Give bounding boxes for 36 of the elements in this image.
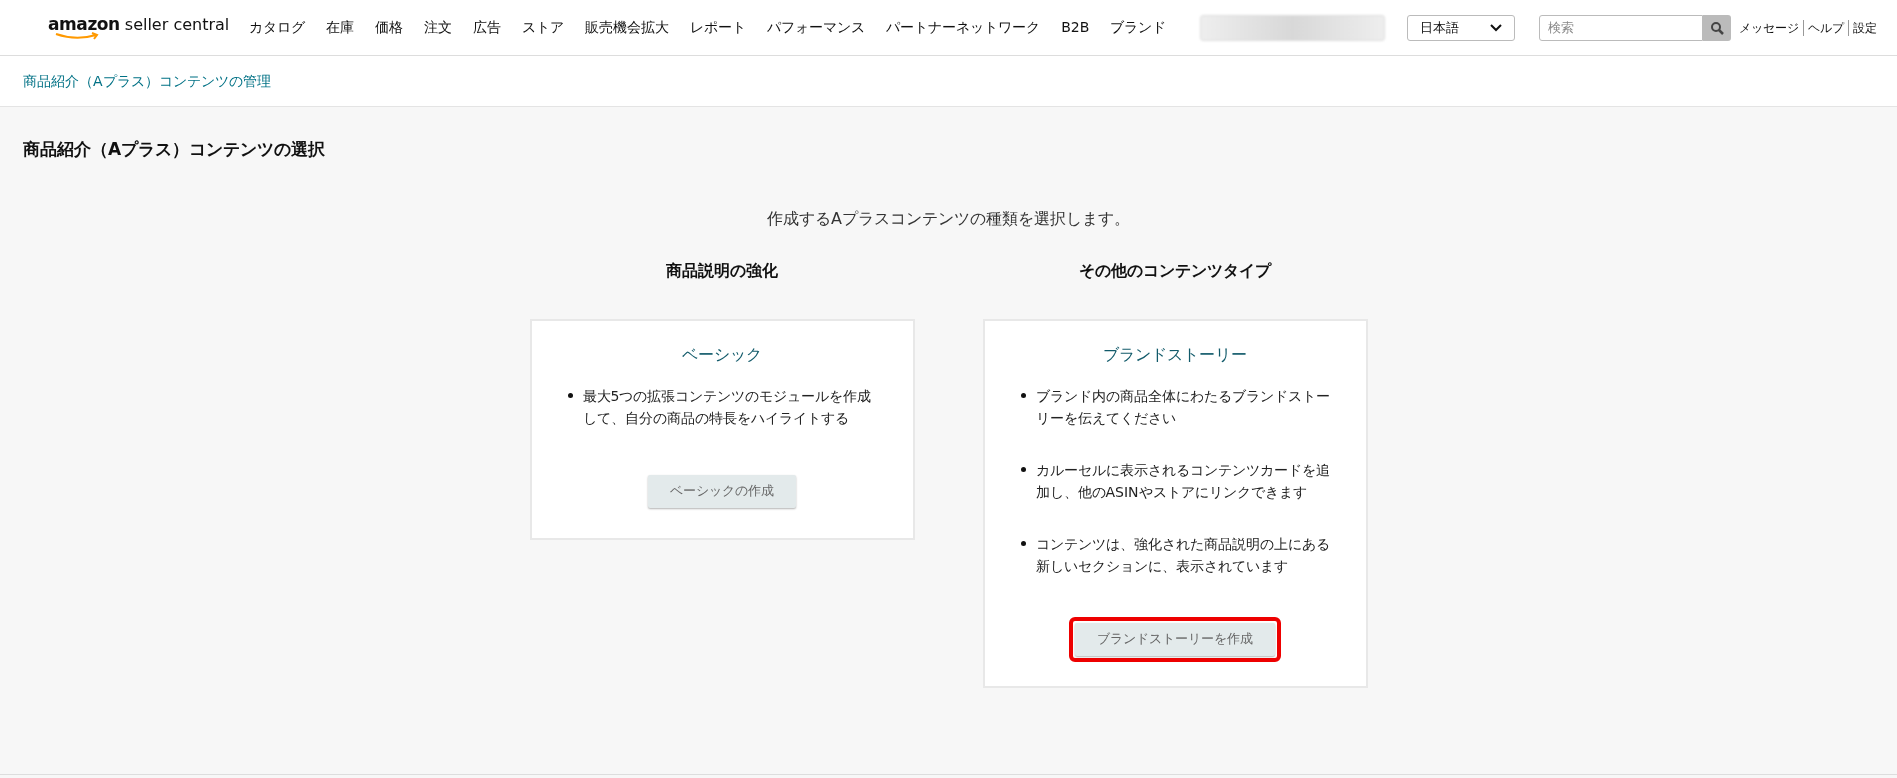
breadcrumb-link[interactable]: 商品紹介（Aプラス）コンテンツの管理 xyxy=(23,70,271,92)
nav-link[interactable]: ブランド xyxy=(1110,17,1167,38)
nav-link[interactable]: カタログ xyxy=(249,17,306,38)
create-button[interactable]: ベーシックの作成 xyxy=(648,474,796,508)
header-link[interactable]: メッセージ xyxy=(1739,18,1799,37)
chevron-down-icon xyxy=(1490,23,1502,32)
page-title: 商品紹介（Aプラス）コンテンツの選択 xyxy=(23,138,326,161)
nav-link[interactable]: 注文 xyxy=(424,17,453,38)
nav-link[interactable]: 販売機会拡大 xyxy=(585,17,670,38)
logo-product: seller central xyxy=(124,16,230,33)
column-heading: 商品説明の強化 xyxy=(666,259,778,282)
bullet-text: コンテンツは、強化された商品説明の上にある新しいセクションに、表示されています xyxy=(1035,534,1331,576)
nav-link[interactable]: パートナーネットワーク xyxy=(886,17,1041,38)
nav-link[interactable]: ストア xyxy=(522,17,565,38)
nav-link[interactable]: レポート xyxy=(690,17,747,38)
create-button[interactable]: ブランドストーリーを作成 xyxy=(1075,622,1275,656)
logo-brand: amazon xyxy=(48,15,120,33)
search-icon xyxy=(1710,20,1724,35)
column-heading: その他のコンテンツタイプ xyxy=(1079,259,1271,282)
nav-link[interactable]: 価格 xyxy=(375,17,404,38)
search-button[interactable] xyxy=(1703,14,1731,41)
card-title: ベーシック xyxy=(682,343,762,366)
bullet-text: カルーセルに表示されるコンテンツカードを追加し、他のASINやストアにリンクできます xyxy=(1035,460,1331,502)
card-title: ブランドストーリー xyxy=(1103,343,1247,366)
nav-link[interactable]: 広告 xyxy=(473,17,502,38)
nav-link[interactable]: パフォーマンス xyxy=(767,17,866,38)
bullet-text: 最大5つの拡張コンテンツのモジュールを作成して、自分の商品の特長をハイライトする xyxy=(582,386,873,428)
bullet-text: ブランド内の商品全体にわたるブランドストーリーを伝えてください xyxy=(1035,386,1331,428)
search-field[interactable]: 検索 xyxy=(1539,14,1703,41)
logo[interactable]: amazon seller central xyxy=(48,15,230,40)
intro-text: 作成するAプラスコンテンツの種類を選択します。 xyxy=(767,207,1130,230)
header-link[interactable]: 設定 xyxy=(1853,18,1877,37)
language-select[interactable]: 日本語 xyxy=(1406,14,1515,41)
nav-link[interactable]: 在庫 xyxy=(326,17,355,38)
header-link[interactable]: ヘルプ xyxy=(1808,18,1844,37)
nav-link[interactable]: B2B xyxy=(1061,17,1090,38)
